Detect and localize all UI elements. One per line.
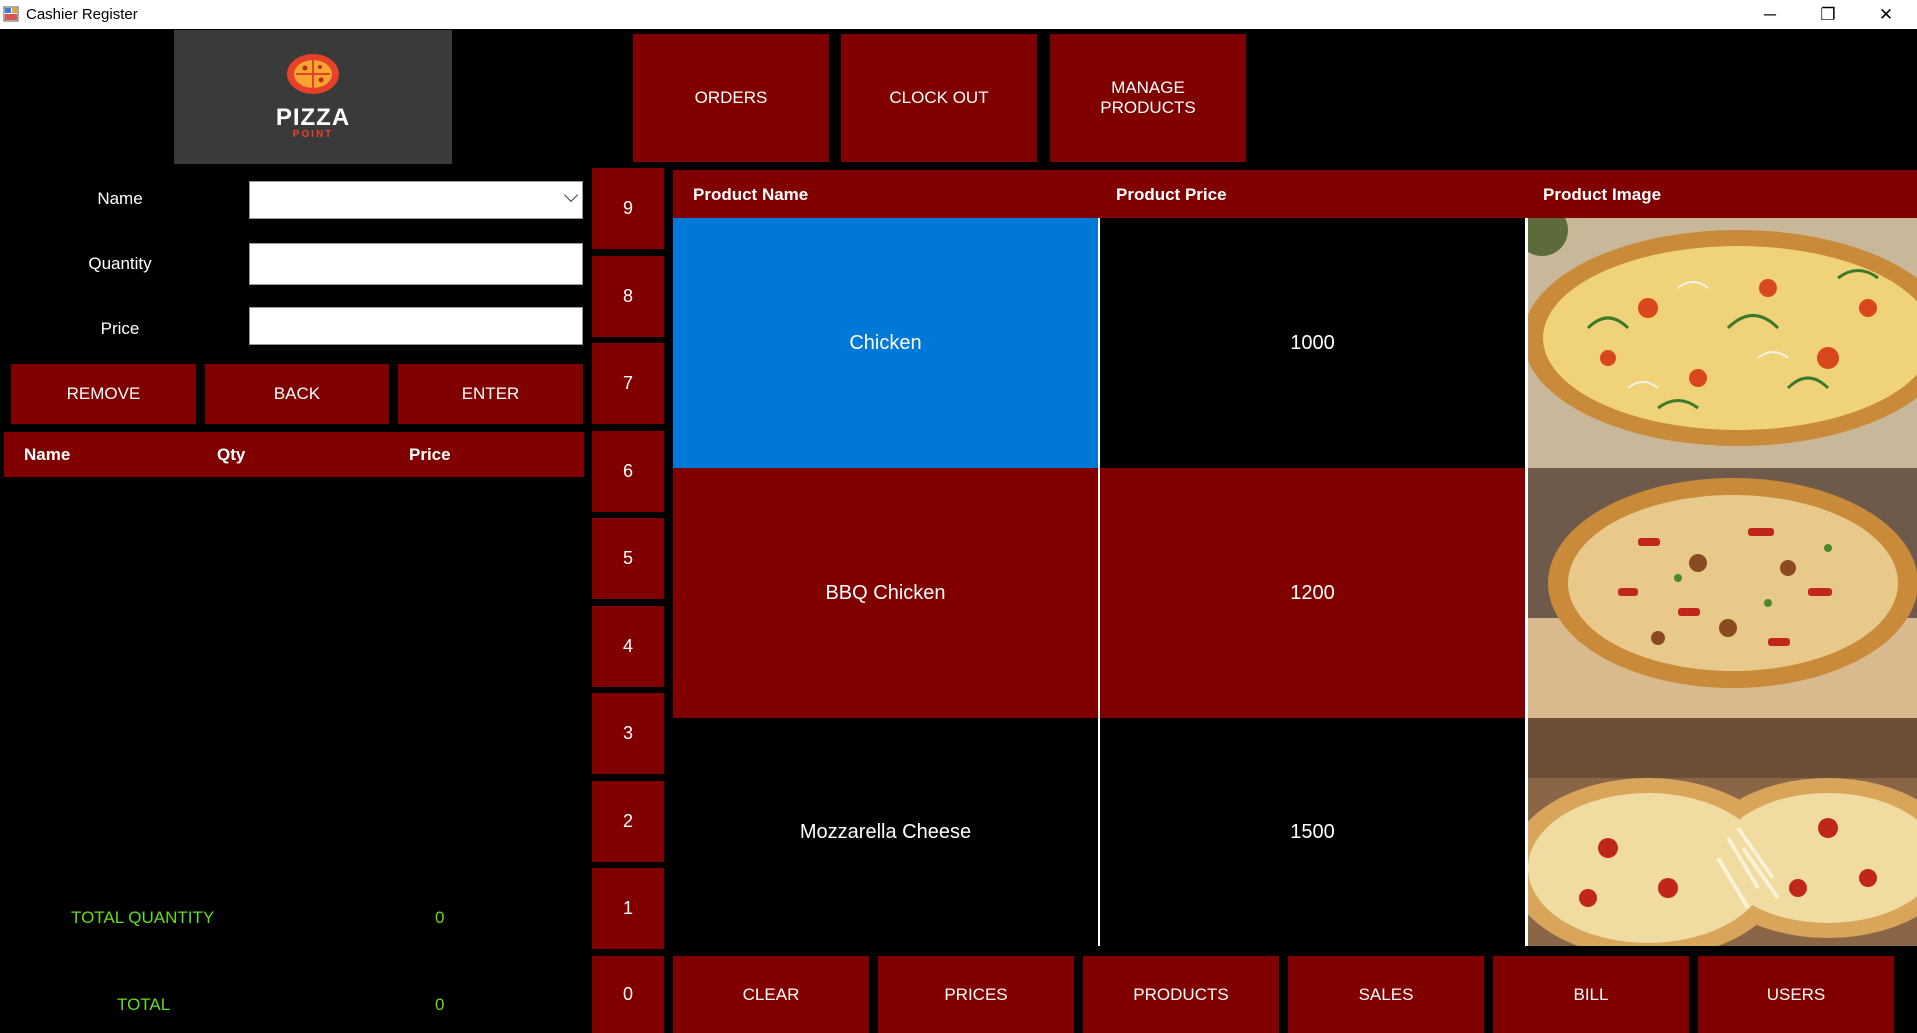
product-image-cell[interactable]: [1525, 718, 1917, 946]
back-button[interactable]: BACK: [205, 364, 389, 424]
maximize-button[interactable]: ❐: [1799, 0, 1857, 29]
app-icon: [3, 6, 19, 22]
product-price-cell[interactable]: 1500: [1100, 718, 1525, 946]
product-image-cell[interactable]: [1525, 468, 1917, 718]
cart-header-name: Name: [24, 445, 71, 464]
enter-button[interactable]: ENTER: [398, 364, 583, 424]
numpad-2-button[interactable]: 2: [592, 781, 664, 862]
numpad-1-button[interactable]: 1: [592, 868, 664, 949]
cart-list[interactable]: [4, 477, 584, 877]
pizza-image-chicken: [1528, 218, 1917, 468]
logo: PIZZA POINT: [174, 30, 452, 164]
pizza-logo-icon: [287, 54, 339, 94]
clock-out-button[interactable]: CLOCK OUT: [841, 34, 1037, 162]
quantity-field[interactable]: [249, 243, 583, 285]
orders-button[interactable]: ORDERS: [633, 34, 829, 162]
product-name-cell[interactable]: Mozzarella Cheese: [673, 718, 1098, 946]
product-name-header: Product Name: [693, 185, 809, 204]
total-label: TOTAL: [117, 995, 171, 1014]
name-label: Name: [97, 189, 143, 208]
numpad-7-button[interactable]: 7: [592, 343, 664, 424]
price-label: Price: [100, 319, 140, 338]
numpad-5-button[interactable]: 5: [592, 518, 664, 599]
total-value: 0: [435, 995, 445, 1014]
clear-button[interactable]: CLEAR: [673, 956, 869, 1033]
cart-header-price: Price: [409, 445, 451, 464]
product-price-cell[interactable]: 1200: [1100, 468, 1525, 718]
total-quantity-value: 0: [435, 908, 445, 927]
numpad-4-button[interactable]: 4: [592, 606, 664, 687]
product-name-cell[interactable]: Chicken: [673, 218, 1098, 468]
product-image-header: Product Image: [1543, 185, 1662, 204]
quantity-label: Quantity: [88, 254, 152, 273]
logo-sub: POINT: [292, 129, 334, 140]
name-dropdown[interactable]: [249, 181, 583, 219]
close-button[interactable]: ✕: [1857, 0, 1915, 29]
product-price-cell[interactable]: 1000: [1100, 218, 1525, 468]
title-bar: Cashier Register ─ ❐ ✕: [0, 0, 1917, 29]
minimize-button[interactable]: ─: [1741, 0, 1799, 29]
numpad-0-button[interactable]: 0: [592, 956, 664, 1033]
sales-button[interactable]: SALES: [1288, 956, 1484, 1033]
numpad-3-button[interactable]: 3: [592, 693, 664, 774]
product-price-header: Product Price: [1116, 185, 1227, 204]
cart-header-qty: Qty: [217, 445, 246, 464]
numpad-6-button[interactable]: 6: [592, 431, 664, 512]
product-image-cell[interactable]: [1525, 218, 1917, 468]
users-button[interactable]: USERS: [1698, 956, 1894, 1033]
bill-button[interactable]: BILL: [1493, 956, 1689, 1033]
product-grid-header: Product Name Product Price Product Image: [673, 170, 1917, 218]
numpad-9-button[interactable]: 9: [592, 168, 664, 249]
product-name-cell[interactable]: BBQ Chicken: [673, 468, 1098, 718]
prices-button[interactable]: PRICES: [878, 956, 1074, 1033]
pizza-image-mozzarella: [1528, 718, 1917, 946]
numpad-8-button[interactable]: 8: [592, 256, 664, 337]
total-quantity-label: TOTAL QUANTITY: [71, 908, 215, 927]
price-field[interactable]: [249, 307, 583, 345]
chevron-down-icon: [563, 187, 579, 203]
manage-products-label-1: MANAGE: [1111, 78, 1185, 97]
window-title: Cashier Register: [26, 6, 138, 23]
cart-table-header: Name Qty Price: [4, 432, 584, 477]
remove-button[interactable]: REMOVE: [11, 364, 196, 424]
logo-name: PIZZA: [275, 104, 351, 131]
manage-products-label-2: PRODUCTS: [1100, 98, 1196, 117]
pizza-image-bbq-chicken: [1528, 468, 1917, 718]
grid-column-divider: [1098, 218, 1100, 946]
manage-products-button[interactable]: MANAGE PRODUCTS: [1050, 34, 1246, 162]
products-button[interactable]: PRODUCTS: [1083, 956, 1279, 1033]
